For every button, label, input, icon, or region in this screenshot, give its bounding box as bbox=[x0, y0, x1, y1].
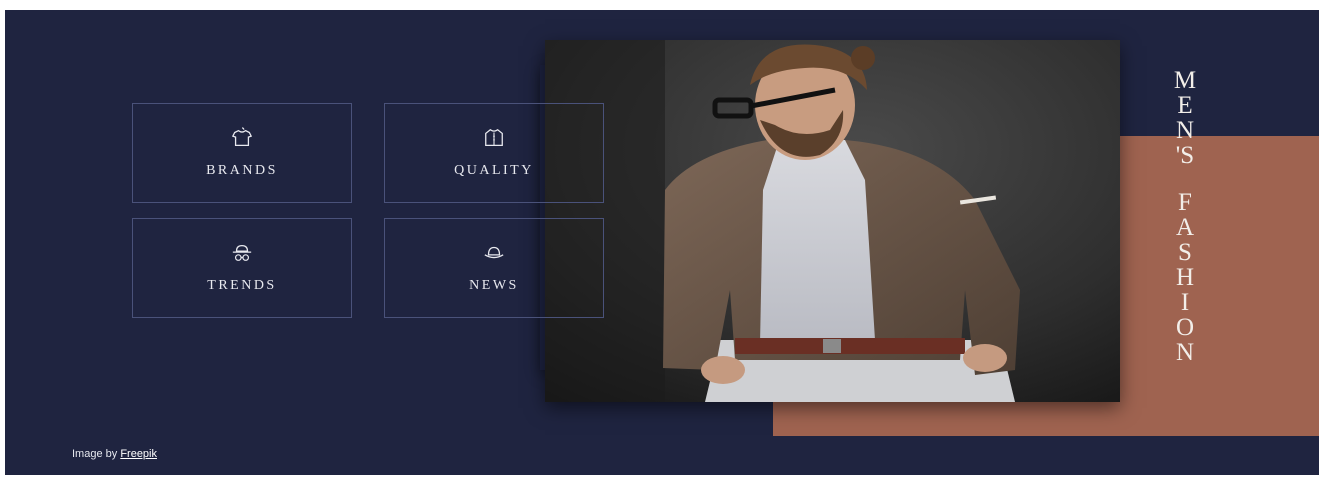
freepik-link[interactable]: Freepik bbox=[120, 448, 157, 460]
title-letter: H bbox=[1175, 264, 1195, 291]
hat-icon bbox=[484, 246, 504, 259]
news-label: NEWS bbox=[469, 278, 519, 293]
title-letter: O bbox=[1175, 314, 1195, 341]
shirt-icon bbox=[485, 128, 503, 146]
title-letter: E bbox=[1177, 92, 1193, 119]
news-card[interactable]: NEWS bbox=[384, 218, 604, 318]
feature-grid: BRANDS QUALITY TRENDS NEWS bbox=[5, 65, 660, 355]
trends-card[interactable]: TRENDS bbox=[132, 218, 352, 318]
title-letter: A bbox=[1175, 214, 1195, 241]
title-letter: N bbox=[1175, 117, 1195, 144]
mens-fashion-title: M E N 'S F A S H I O N bbox=[1165, 68, 1205, 365]
quality-label: QUALITY bbox=[454, 163, 534, 178]
credit-prefix: Image by bbox=[72, 448, 118, 460]
quality-card[interactable]: QUALITY bbox=[384, 103, 604, 203]
image-credit: Image by Freepik bbox=[72, 448, 157, 460]
title-letter: M bbox=[1173, 67, 1197, 94]
title-letter: S bbox=[1178, 239, 1192, 266]
title-letter: 'S bbox=[1175, 142, 1195, 169]
title-letter: F bbox=[1178, 189, 1192, 216]
banner: BRANDS QUALITY TRENDS NEWS M E N 'S F A … bbox=[5, 10, 1319, 475]
title-letter: N bbox=[1175, 339, 1195, 366]
brands-label: BRANDS bbox=[206, 163, 278, 178]
brands-card[interactable]: BRANDS bbox=[132, 103, 352, 203]
title-letter: I bbox=[1180, 289, 1190, 316]
tshirt-icon bbox=[231, 127, 253, 146]
trends-label: TRENDS bbox=[207, 278, 277, 293]
hat-glasses-icon bbox=[232, 245, 252, 261]
